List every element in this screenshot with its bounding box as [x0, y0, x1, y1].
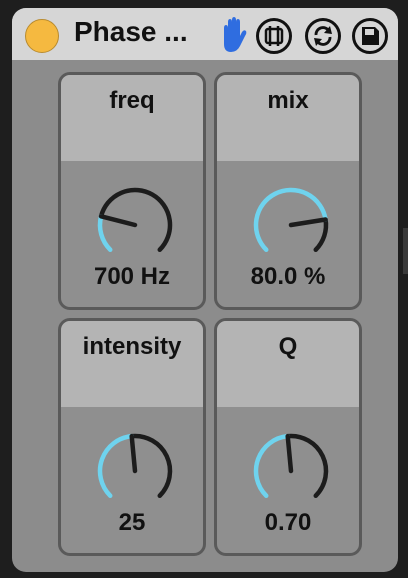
knob-fill-arc: [253, 433, 290, 498]
refresh-icon: [314, 26, 332, 46]
knob-track: [129, 433, 173, 498]
device-panel: Phase ... freq 700 Hz mix 80.0 % intensi…: [12, 8, 398, 572]
knob-value[interactable]: 700 Hz: [61, 263, 203, 291]
knob-panel-intensity: intensity 25: [58, 318, 206, 556]
knob-panel-freq: freq 700 Hz: [58, 72, 206, 310]
knob-pointer: [288, 217, 328, 228]
knob-track: [285, 433, 329, 498]
refresh-button[interactable]: [305, 18, 341, 54]
knob-pointer: [98, 214, 138, 228]
knob-label: intensity: [82, 333, 182, 360]
window-edge: [403, 228, 408, 274]
intensity-knob[interactable]: [93, 429, 177, 513]
power-toggle[interactable]: [25, 19, 59, 53]
freeze-icon: [264, 26, 284, 46]
knob-panel-q: Q 0.70: [214, 318, 362, 556]
freq-knob[interactable]: [93, 183, 177, 267]
q-knob[interactable]: [249, 429, 333, 513]
knob-fill-arc: [97, 433, 134, 498]
knob-pointer: [129, 433, 138, 474]
knob-pointer: [285, 433, 294, 474]
knob-label: mix: [267, 87, 309, 114]
mix-knob[interactable]: [249, 183, 333, 267]
knob-value[interactable]: 80.0 %: [217, 263, 359, 291]
knob-label: Q: [278, 333, 298, 360]
knob-value[interactable]: 0.70: [217, 509, 359, 537]
hand-icon[interactable]: [218, 16, 248, 54]
save-button[interactable]: [352, 18, 388, 54]
save-icon: [362, 27, 379, 45]
freeze-button[interactable]: [256, 18, 292, 54]
knob-panel-mix: mix 80.0 %: [214, 72, 362, 310]
knob-fill-arc: [97, 214, 113, 252]
knob-value[interactable]: 25: [61, 509, 203, 537]
knob-track: [313, 217, 329, 252]
knob-label: freq: [109, 87, 155, 114]
device-header: Phase ...: [12, 8, 398, 60]
device-title[interactable]: Phase ...: [74, 16, 188, 48]
